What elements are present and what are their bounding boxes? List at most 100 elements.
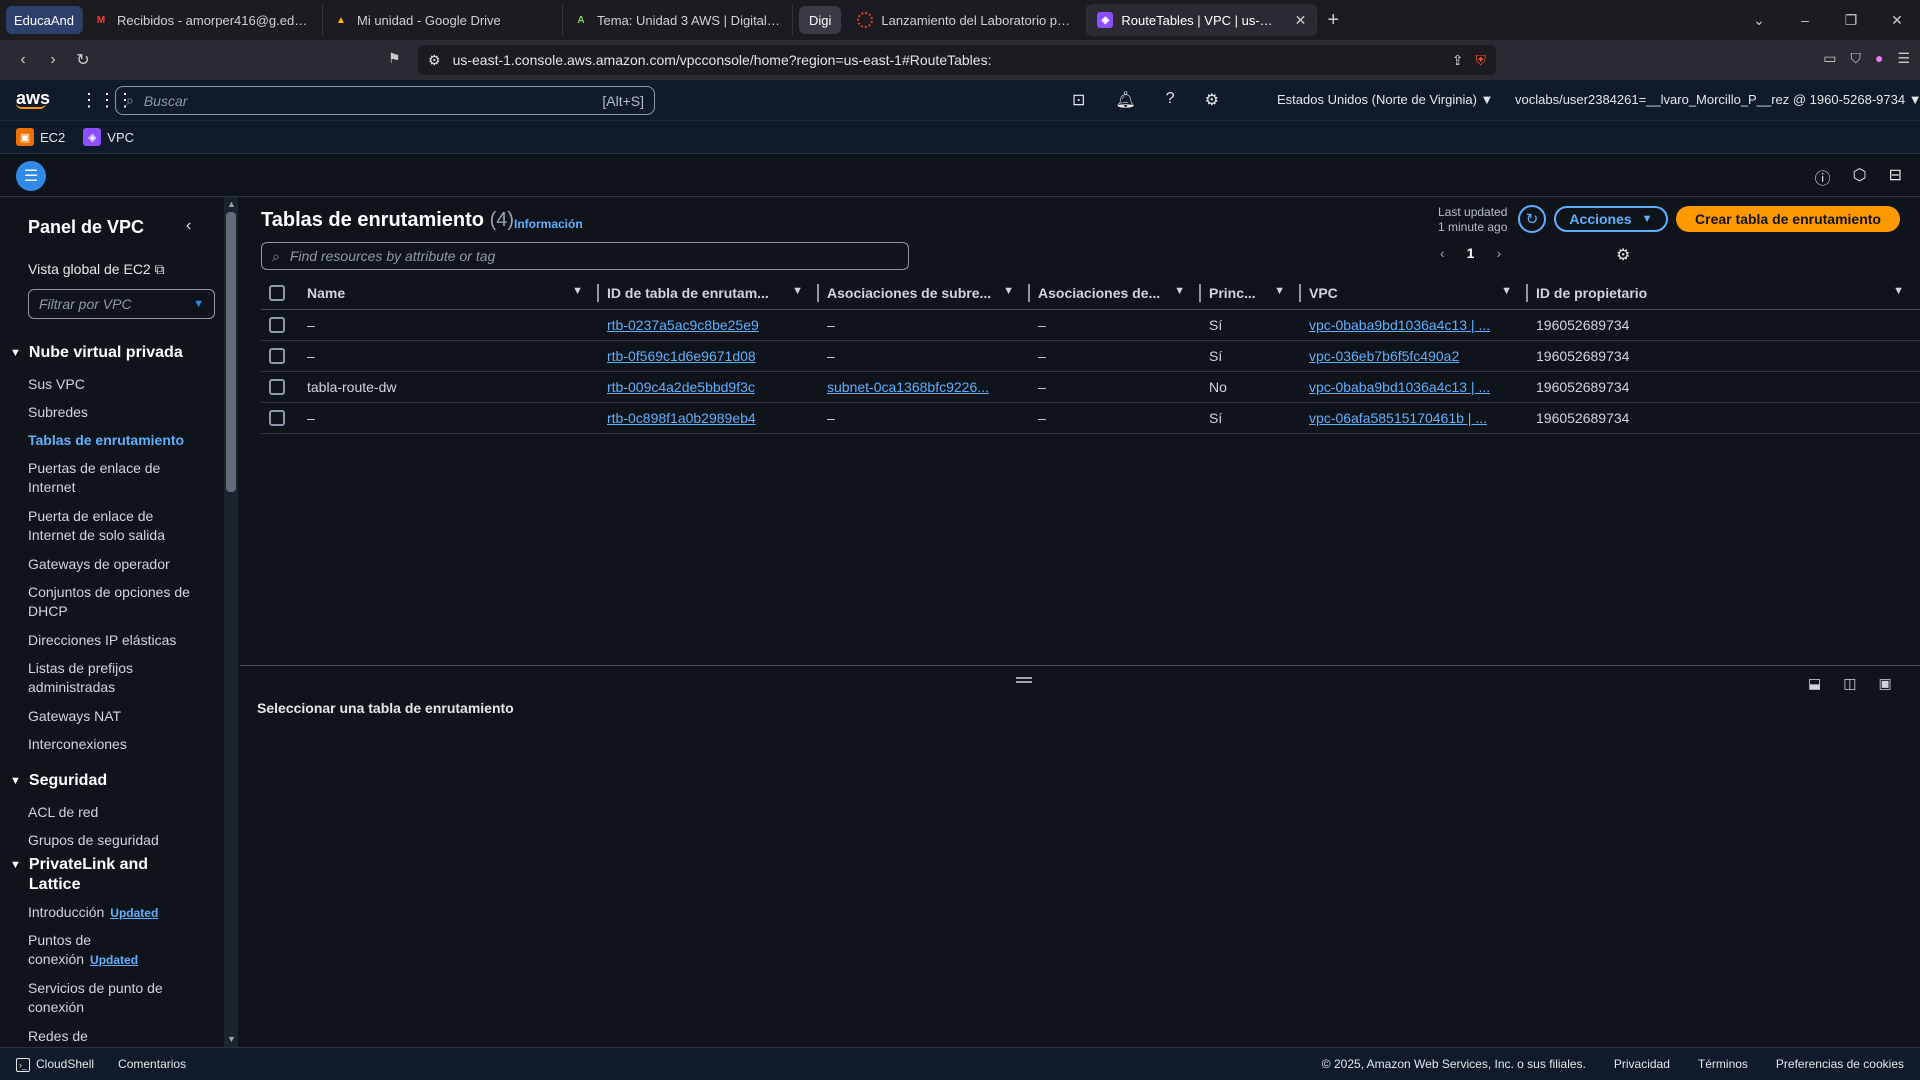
browser-tab[interactable]: EducaAnd bbox=[6, 6, 83, 34]
vpn-icon[interactable]: ⛉ bbox=[1850, 50, 1861, 67]
table-row[interactable]: – rtb-0237a5ac9c8be25e9 – – Sí vpc-0baba… bbox=[261, 309, 1920, 341]
sidebar-section-security[interactable]: ▼ Seguridad bbox=[10, 771, 107, 791]
route-table-id-link[interactable]: rtb-009c4a2de5bbd9f3c bbox=[607, 379, 755, 395]
leo-icon[interactable]: ● bbox=[1875, 50, 1883, 67]
url-field[interactable]: ⚙ us-east-1.console.aws.amazon.com/vpcco… bbox=[418, 45, 1496, 75]
sidebar-item-internet-gateways[interactable]: Puertas de enlace de Internet bbox=[28, 459, 203, 497]
next-page-icon[interactable]: › bbox=[1496, 245, 1501, 261]
column-header-main[interactable]: Princ... ▼ bbox=[1201, 277, 1301, 310]
sidebar-item-nat-gateways[interactable]: Gateways NAT bbox=[28, 707, 203, 726]
vpc-link[interactable]: vpc-0baba9bd1036a4c13 | ... bbox=[1309, 317, 1490, 333]
page-number[interactable]: 1 bbox=[1467, 245, 1475, 261]
row-checkbox[interactable] bbox=[269, 348, 285, 365]
sidebar-item-prefix-lists[interactable]: Listas de prefijos administradas bbox=[28, 659, 203, 697]
column-header-owner[interactable]: ID de propietario ▼ bbox=[1528, 277, 1920, 310]
reload-icon[interactable]: ↻ bbox=[68, 50, 98, 70]
column-header-name[interactable]: Name ▼ bbox=[299, 277, 599, 310]
split-panel-handle[interactable] bbox=[1016, 677, 1032, 683]
bell-icon[interactable]: 🔔︎ bbox=[1115, 90, 1135, 110]
aws-logo[interactable]: aws bbox=[16, 88, 50, 109]
sidebar-item-subnets[interactable]: Subredes bbox=[28, 403, 203, 422]
sidebar-item-elastic-ips[interactable]: Direcciones IP elásticas bbox=[28, 631, 203, 650]
actions-button[interactable]: Acciones ▼ bbox=[1554, 206, 1668, 232]
panel-bottom-icon[interactable]: ⬓ bbox=[1808, 675, 1821, 692]
search-input[interactable]: ⌕ Buscar [Alt+S] bbox=[115, 86, 655, 115]
route-table-id-link[interactable]: rtb-0f569c1d6e9671d08 bbox=[607, 348, 756, 364]
info-link[interactable]: Información bbox=[514, 217, 583, 231]
table-row[interactable]: – rtb-0c898f1a0b2989eb4 – – Sí vpc-06afa… bbox=[261, 402, 1920, 434]
sidebar-item-vpcs[interactable]: Sus VPC bbox=[28, 375, 203, 394]
sidebar-item-networks[interactable]: Redes de bbox=[28, 1027, 203, 1046]
table-preferences-icon[interactable]: ⚙ bbox=[1616, 245, 1630, 265]
sidebar-item-network-acls[interactable]: ACL de red bbox=[28, 803, 203, 822]
browser-tab[interactable]: M Recibidos - amorper416@g.educaan bbox=[83, 4, 323, 36]
cookie-preferences-link[interactable]: Preferencias de cookies bbox=[1776, 1057, 1904, 1071]
browser-tab[interactable]: ▲ Mi unidad - Google Drive bbox=[323, 4, 563, 36]
sidebar-item-carrier-gateways[interactable]: Gateways de operador bbox=[28, 555, 203, 574]
vpc-link[interactable]: vpc-0baba9bd1036a4c13 | ... bbox=[1309, 379, 1490, 395]
row-checkbox[interactable] bbox=[269, 317, 285, 334]
account-menu[interactable]: voclabs/user2384261=__lvaro_Morcillo_P__… bbox=[1515, 92, 1920, 107]
sidebar-scroll-thumb[interactable] bbox=[226, 212, 236, 492]
cloudshell-icon[interactable]: ⊡ bbox=[1072, 90, 1085, 110]
settings-hex-icon[interactable]: ⬡ bbox=[1853, 165, 1867, 189]
collapse-sidebar-icon[interactable]: ‹ bbox=[186, 217, 191, 235]
cloudshell-link[interactable]: ›_ CloudShell bbox=[16, 1057, 94, 1072]
sidebar-item-intro[interactable]: Introducción Updated bbox=[28, 903, 203, 923]
sidebar-item-egress-gateways[interactable]: Puerta de enlace de Internet de solo sal… bbox=[28, 507, 203, 545]
brave-shield-icon[interactable]: ⛨ bbox=[1476, 52, 1487, 69]
scroll-down-icon[interactable]: ▼ bbox=[227, 1034, 236, 1044]
share-icon[interactable]: ⇪ bbox=[1452, 52, 1464, 69]
browser-tab-active[interactable]: ◈ RouteTables | VPC | us-east-1 ✕ bbox=[1087, 4, 1318, 36]
prev-page-icon[interactable]: ‹ bbox=[1440, 245, 1445, 261]
info-icon[interactable]: ⓘ bbox=[1815, 165, 1831, 189]
column-header-edge-assoc[interactable]: Asociaciones de... ▼ bbox=[1030, 277, 1201, 310]
route-table-id-link[interactable]: rtb-0c898f1a0b2989eb4 bbox=[607, 410, 756, 426]
menu-icon[interactable]: ☰ bbox=[1897, 50, 1910, 67]
sidebar-global-view[interactable]: Vista global de EC2 ⧉ bbox=[28, 261, 165, 278]
vpc-link[interactable]: vpc-036eb7b6f5fc490a2 bbox=[1309, 348, 1459, 364]
help-icon[interactable]: ? bbox=[1166, 90, 1175, 110]
browser-tab[interactable]: ATema: Unidad 3 AWS | Digitalización bbox=[563, 4, 793, 36]
resource-filter-input[interactable]: ⌕ Find resources by attribute or tag bbox=[261, 242, 909, 270]
sidebar-section-vpc[interactable]: ▼ Nube virtual privada bbox=[10, 343, 183, 363]
tab-group-label[interactable]: Digi bbox=[799, 6, 842, 34]
tab-list-icon[interactable]: ⌄ bbox=[1736, 12, 1782, 29]
new-tab-icon[interactable]: + bbox=[1317, 9, 1349, 32]
scroll-up-icon[interactable]: ▲ bbox=[227, 199, 236, 209]
sidebar-item-peering[interactable]: Interconexiones bbox=[28, 735, 203, 754]
table-row[interactable]: tabla-route-dw rtb-009c4a2de5bbd9f3c sub… bbox=[261, 371, 1920, 403]
panel-full-icon[interactable]: ▣ bbox=[1878, 675, 1891, 692]
site-settings-icon[interactable]: ⚙ bbox=[428, 52, 441, 69]
sidebar-item-endpoint-services[interactable]: Servicios de punto de conexión bbox=[28, 979, 203, 1017]
favorite-vpc[interactable]: ◈ VPC bbox=[83, 128, 134, 146]
hamburger-menu-icon[interactable]: ☰ bbox=[16, 161, 46, 191]
row-checkbox[interactable] bbox=[269, 410, 285, 427]
gear-icon[interactable]: ⚙ bbox=[1205, 90, 1219, 110]
route-table-id-link[interactable]: rtb-0237a5ac9c8be25e9 bbox=[607, 317, 759, 333]
sidebar-item-dhcp-options[interactable]: Conjuntos de opciones de DHCP bbox=[28, 583, 203, 621]
terms-link[interactable]: Términos bbox=[1698, 1057, 1748, 1071]
minimize-icon[interactable]: – bbox=[1782, 12, 1828, 28]
sidebar-item-security-groups[interactable]: Grupos de seguridad bbox=[28, 831, 203, 850]
row-checkbox[interactable] bbox=[269, 379, 285, 396]
select-all-checkbox[interactable] bbox=[261, 277, 299, 310]
vpc-filter-select[interactable]: Filtrar por VPC ▼ bbox=[28, 289, 215, 319]
close-tab-icon[interactable]: ✕ bbox=[1295, 12, 1307, 29]
column-header-id[interactable]: ID de tabla de enrutam... ▼ bbox=[599, 277, 819, 310]
subnet-link[interactable]: subnet-0ca1368bfc9226... bbox=[827, 379, 989, 395]
panel-side-icon[interactable]: ◫ bbox=[1843, 675, 1856, 692]
create-route-table-button[interactable]: Crear tabla de enrutamiento bbox=[1676, 206, 1900, 232]
vpc-link[interactable]: vpc-06afa58515170461b | ... bbox=[1309, 410, 1487, 426]
sidebar-item-endpoints[interactable]: Puntos de conexión Updated bbox=[28, 931, 158, 970]
column-header-vpc[interactable]: VPC ▼ bbox=[1301, 277, 1528, 310]
close-window-icon[interactable]: ✕ bbox=[1874, 12, 1920, 29]
sidebar-icon[interactable]: ▭ bbox=[1823, 50, 1836, 67]
browser-tab[interactable]: Lanzamiento del Laboratorio para e bbox=[847, 4, 1088, 36]
column-header-subnet-assoc[interactable]: Asociaciones de subre... ▼ bbox=[819, 277, 1030, 310]
bookmark-icon[interactable]: ⚑ bbox=[388, 50, 401, 67]
refresh-button[interactable]: ↻ bbox=[1518, 205, 1546, 233]
feedback-icon[interactable]: ⊟ bbox=[1889, 165, 1902, 189]
sidebar-item-route-tables[interactable]: Tablas de enrutamiento bbox=[28, 431, 203, 450]
favorite-ec2[interactable]: ▣ EC2 bbox=[16, 128, 65, 146]
